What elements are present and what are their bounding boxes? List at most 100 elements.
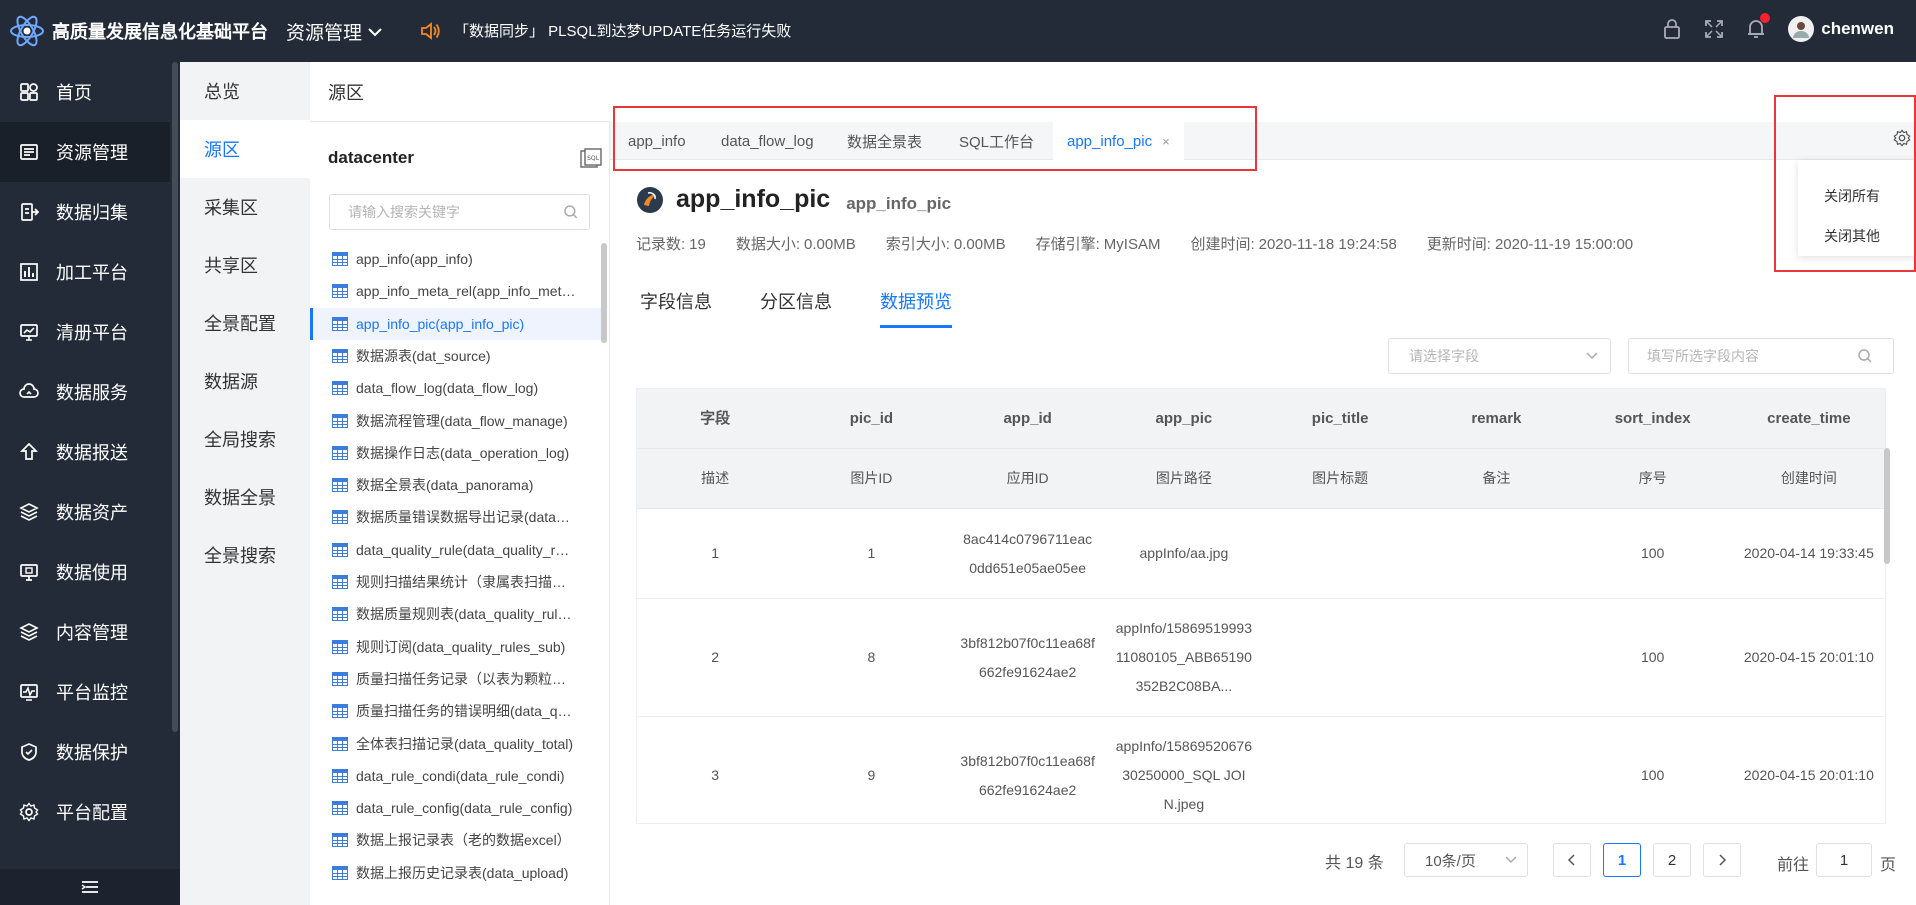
sidebar-item-content-management[interactable]: 内容管理: [0, 602, 170, 662]
fullscreen-icon[interactable]: [1704, 19, 1724, 39]
tree-item[interactable]: 数据源表(dat_source): [310, 340, 606, 372]
page-1-button[interactable]: 1: [1603, 843, 1641, 877]
sidebar-item-data-assets[interactable]: 数据资产: [0, 482, 170, 542]
subnav-collection-zone[interactable]: 采集区: [180, 178, 310, 236]
resource-menu-dropdown[interactable]: 资源管理: [286, 18, 382, 45]
tree-search-input[interactable]: [348, 204, 564, 220]
chevron-down-icon: [1586, 352, 1598, 360]
notice-bar[interactable]: 「数据同步」 PLSQL到达梦UPDATE任务运行失败: [420, 20, 791, 41]
column-description: 应用ID: [1006, 470, 1049, 486]
tree-item[interactable]: app_info(app_info): [310, 243, 606, 275]
stack-icon: [18, 621, 40, 643]
tree-item[interactable]: app_info_meta_rel(app_info_meta_rel): [310, 275, 606, 307]
tree-item[interactable]: 规则扫描结果统计（隶属表扫描结果）: [310, 566, 606, 598]
goto-label: 前往: [1777, 857, 1810, 874]
close-tab-icon[interactable]: ×: [1162, 134, 1170, 149]
sidebar-item-label: 清册平台: [56, 323, 128, 343]
table-cell: 3bf812b07f0c11ea68f662fe91624ae2: [960, 634, 1095, 680]
table-cell: [1262, 599, 1418, 716]
sql-icon[interactable]: SQL: [580, 148, 602, 170]
subnav-data-panorama[interactable]: 数据全景: [180, 468, 310, 526]
sidebar-item-label: 内容管理: [56, 623, 128, 643]
collapse-menu-button[interactable]: [0, 869, 180, 905]
subnav-data-source[interactable]: 数据源: [180, 352, 310, 410]
sidebar-item-inventory[interactable]: 清册平台: [0, 302, 170, 362]
close-other-tabs-item[interactable]: 关闭其他: [1798, 218, 1916, 254]
table-row[interactable]: 3 9 3bf812b07f0c11ea68f662fe91624ae2 appInf…: [637, 717, 1885, 823]
table-cell: appInfo/1586952067630250000_SQL JOIN.jpe…: [1115, 738, 1252, 812]
table-row[interactable]: 2 8 3bf812b07f0c11ea68f662fe91624ae2 appInf…: [637, 599, 1885, 717]
subnav-shared-zone[interactable]: 共享区: [180, 236, 310, 294]
tab-data-flow-log[interactable]: data_flow_log: [721, 122, 814, 160]
tree-item[interactable]: data_flow_log(data_flow_log): [310, 372, 606, 404]
bell-icon[interactable]: [1746, 13, 1771, 40]
sidebar-item-home[interactable]: 首页: [0, 62, 170, 122]
tree-item-label: data_flow_log(data_flow_log): [356, 380, 539, 397]
tab-data-panorama[interactable]: 数据全景表: [847, 122, 922, 160]
page-2-button[interactable]: 2: [1653, 843, 1691, 877]
tree-item-label: 数据质量错误数据导出记录(data_quality): [356, 509, 576, 526]
subnav-global-search[interactable]: 全局搜索: [180, 410, 310, 468]
tree-item[interactable]: 数据质量错误数据导出记录(data_quality): [310, 501, 606, 533]
page-size-select[interactable]: 10条/页: [1404, 843, 1528, 877]
sidebar-scrollbar[interactable]: [170, 62, 180, 905]
sidebar-item-label: 资源管理: [56, 143, 128, 163]
sidebar-item-data-protection[interactable]: 数据保护: [0, 722, 170, 782]
tab-partition-info[interactable]: 分区信息: [760, 288, 832, 328]
logo[interactable]: 高质量发展信息化基础平台: [8, 12, 268, 50]
tree-item-label: 数据流程管理(data_flow_manage): [356, 412, 568, 429]
goto-page-input[interactable]: [1816, 843, 1872, 877]
subnav-panorama-config[interactable]: 全景配置: [180, 294, 310, 352]
tree-item[interactable]: 数据上报历史记录表(data_upload): [310, 857, 606, 883]
sidebar-item-data-service[interactable]: 数据服务: [0, 362, 170, 422]
field-filter-box[interactable]: [1628, 338, 1894, 374]
sidebar-item-data-report[interactable]: 数据报送: [0, 422, 170, 482]
tree-scrollbar[interactable]: [601, 243, 607, 343]
prev-page-button[interactable]: [1553, 843, 1591, 877]
svg-text:SQL: SQL: [587, 155, 600, 162]
tree-item[interactable]: 质量扫描任务的错误明细(data_quality): [310, 695, 606, 727]
tab-data-preview[interactable]: 数据预览: [880, 288, 952, 328]
tree-item[interactable]: 数据全景表(data_panorama): [310, 469, 606, 501]
close-all-tabs-item[interactable]: 关闭所有: [1798, 178, 1916, 214]
tree-search-box[interactable]: [329, 194, 590, 230]
user-menu[interactable]: chenwen: [1788, 16, 1894, 42]
sidebar-item-data-usage[interactable]: 数据使用: [0, 542, 170, 602]
tab-app-info-pic[interactable]: app_info_pic ×: [1053, 122, 1184, 160]
tree-item[interactable]: app_info_pic(app_info_pic): [310, 307, 606, 340]
tab-field-info[interactable]: 字段信息: [640, 288, 712, 328]
tree-item[interactable]: 数据质量规则表(data_quality_rules): [310, 598, 606, 630]
tab-label: SQL工作台: [959, 133, 1035, 151]
tree-item[interactable]: data_quality_rule(data_quality_rule): [310, 534, 606, 566]
subnav-overview[interactable]: 总览: [180, 62, 310, 120]
tree-item[interactable]: data_rule_config(data_rule_config): [310, 792, 606, 824]
tab-settings-gear-icon[interactable]: [1893, 129, 1911, 147]
sidebar-item-platform-config[interactable]: 平台配置: [0, 782, 170, 842]
tree-item[interactable]: 数据操作日志(data_operation_log): [310, 437, 606, 469]
tree-item[interactable]: 数据上报记录表（老的数据excel）: [310, 824, 606, 856]
table-icon: [332, 639, 348, 654]
tree-item[interactable]: 规则订阅(data_quality_rules_sub): [310, 631, 606, 663]
lock-icon[interactable]: [1662, 18, 1682, 40]
tree-item[interactable]: data_rule_condi(data_rule_condi): [310, 760, 606, 792]
sidebar-item-resource-management[interactable]: 资源管理: [0, 122, 170, 182]
meta-created-time: 创建时间: 2020-11-18 19:24:58: [1190, 236, 1397, 253]
notice-text: 「数据同步」 PLSQL到达梦UPDATE任务运行失败: [454, 23, 792, 40]
table-row[interactable]: 1 1 8ac414c0796711eac0dd651e05ae05ee appInf…: [637, 509, 1885, 599]
upload-icon: [18, 441, 40, 463]
table-scrollbar[interactable]: [1884, 448, 1890, 564]
field-select[interactable]: 请选择字段: [1388, 338, 1611, 374]
tree-list: app_info(app_info) app_info_meta_rel(app_…: [310, 243, 606, 883]
tab-sql-workbench[interactable]: SQL工作台: [959, 122, 1034, 160]
next-page-button[interactable]: [1703, 843, 1741, 877]
sidebar-item-processing[interactable]: 加工平台: [0, 242, 170, 302]
field-filter-input[interactable]: [1647, 348, 1857, 364]
tree-item[interactable]: 数据流程管理(data_flow_manage): [310, 405, 606, 437]
sidebar-item-data-collection[interactable]: 数据归集: [0, 182, 170, 242]
subnav-source-zone[interactable]: 源区: [180, 120, 310, 178]
tab-app-info[interactable]: app_info: [628, 122, 686, 160]
tree-item[interactable]: 全体表扫描记录(data_quality_total): [310, 728, 606, 760]
subnav-panorama-search[interactable]: 全景搜索: [180, 526, 310, 584]
tree-item[interactable]: 质量扫描任务记录（以表为颗粒度）: [310, 663, 606, 695]
sidebar-item-platform-monitor[interactable]: 平台监控: [0, 662, 170, 722]
